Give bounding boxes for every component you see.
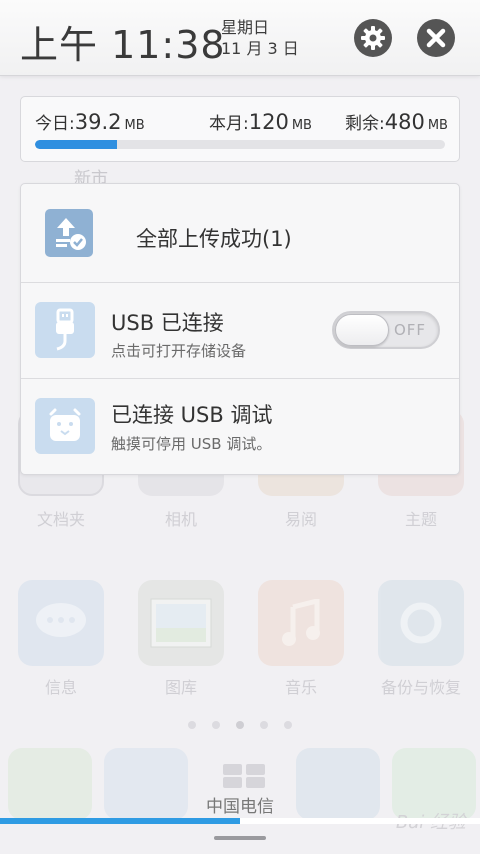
- notification-title: USB 已连接: [111, 311, 224, 335]
- notification-header: 上午 11:38 星期日 11 月 3 日: [0, 0, 480, 76]
- page-indicator: [0, 714, 480, 733]
- usage-remaining-unit: MB: [427, 118, 448, 133]
- chat-bubble-icon: [36, 603, 86, 637]
- usage-today-unit: MB: [124, 118, 145, 133]
- usb-storage-toggle[interactable]: OFF: [332, 311, 440, 349]
- usage-month-value: 120: [248, 110, 289, 134]
- gallery-app-icon[interactable]: [138, 580, 224, 666]
- notification-usb-debugging[interactable]: 已连接 USB 调试 触摸可停用 USB 调试。: [21, 379, 459, 475]
- refresh-icon: [400, 602, 442, 644]
- data-usage-bar-fill: [35, 140, 117, 149]
- usage-today: 今日:39.2 MB: [35, 109, 145, 134]
- usb-icon: [35, 302, 95, 358]
- page-dot: [260, 721, 268, 729]
- usage-remaining-value: 480: [384, 110, 425, 134]
- app-label: 信息: [44, 678, 77, 697]
- close-button[interactable]: [417, 19, 455, 57]
- notification-title: 全部上传成功(1): [136, 227, 292, 251]
- clock: 上午 11:38: [20, 23, 226, 67]
- notification-usb-connected[interactable]: USB 已连接 点击可打开存储设备 OFF: [21, 283, 459, 378]
- data-usage-row: 今日:39.2 MB 本月:120 MB 剩余:480 MB: [35, 109, 448, 135]
- messages-app-icon[interactable]: [18, 580, 104, 666]
- android-debug-icon: [35, 398, 95, 454]
- gear-icon: [361, 26, 385, 50]
- app-label: 图库: [164, 678, 197, 697]
- music-app-icon[interactable]: [258, 580, 344, 666]
- notification-subtitle: 触摸可停用 USB 调试。: [111, 435, 272, 453]
- page-dot: [212, 721, 220, 729]
- app-label: 备份与恢复: [380, 678, 461, 697]
- page-dot-active: [236, 721, 244, 729]
- app-label: 文档夹: [36, 510, 85, 529]
- toggle-state-label: OFF: [393, 321, 426, 339]
- bottom-progress-bar: [0, 818, 480, 824]
- app-label: 音乐: [284, 678, 317, 697]
- app-label: 相机: [164, 510, 197, 529]
- usage-remaining-label: 剩余:: [345, 114, 385, 134]
- usage-remaining: 剩余:480 MB: [345, 109, 448, 134]
- usage-month: 本月:120 MB: [209, 109, 312, 134]
- usage-month-label: 本月:: [209, 114, 249, 134]
- backup-app-icon[interactable]: [378, 580, 464, 666]
- page-dot: [188, 721, 196, 729]
- notification-list: 全部上传成功(1) USB 已连接 点击可打开存储设备 OFF 已连接 USB …: [20, 183, 460, 475]
- settings-button[interactable]: [354, 19, 392, 57]
- picture-icon: [150, 598, 212, 648]
- data-usage-bar: [35, 140, 445, 149]
- shade-drag-handle[interactable]: [214, 836, 266, 840]
- app-drawer-icon[interactable]: [223, 764, 265, 788]
- page-dot: [284, 721, 292, 729]
- close-icon: [426, 28, 446, 48]
- date-block: 星期日 11 月 3 日: [221, 17, 299, 59]
- usage-month-unit: MB: [291, 118, 312, 133]
- data-usage-card[interactable]: 今日:39.2 MB 本月:120 MB 剩余:480 MB: [20, 96, 460, 162]
- upload-success-icon: [45, 209, 93, 257]
- toggle-knob: [335, 314, 389, 346]
- notification-upload-success[interactable]: 全部上传成功(1): [21, 184, 459, 282]
- app-label: 主题: [404, 510, 437, 529]
- notification-title: 已连接 USB 调试: [111, 403, 273, 427]
- usage-today-value: 39.2: [74, 110, 122, 134]
- app-label: 易阅: [284, 510, 317, 529]
- music-note-icon: [282, 599, 320, 646]
- notification-subtitle: 点击可打开存储设备: [111, 342, 247, 360]
- date: 11 月 3 日: [221, 39, 299, 58]
- weekday: 星期日: [221, 18, 270, 37]
- bottom-progress-fill: [0, 818, 240, 824]
- usage-today-label: 今日:: [35, 114, 75, 134]
